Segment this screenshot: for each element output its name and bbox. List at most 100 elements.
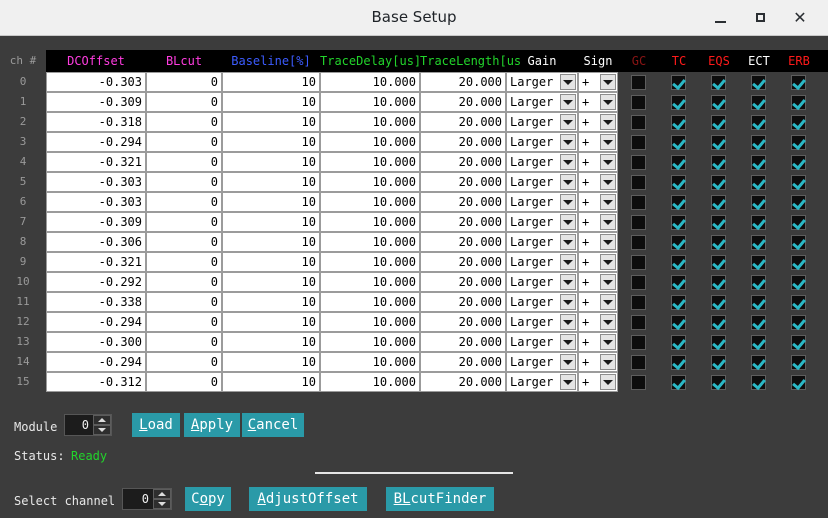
cell-baseline[interactable]: 10 <box>222 292 320 312</box>
checkbox-eqs[interactable] <box>711 135 726 150</box>
chevron-down-icon[interactable] <box>560 214 576 230</box>
cell-blcut[interactable]: 0 <box>146 212 222 232</box>
cell-blcut[interactable]: 0 <box>146 112 222 132</box>
checkbox-tc[interactable] <box>671 195 686 210</box>
minimize-button[interactable] <box>700 0 740 35</box>
dropdown-sign[interactable]: + <box>578 332 618 352</box>
checkbox-tc[interactable] <box>671 295 686 310</box>
cell-blcut[interactable]: 0 <box>146 232 222 252</box>
cell-dcoffset[interactable]: -0.303 <box>46 72 146 92</box>
dropdown-gain[interactable]: Larger <box>506 112 578 132</box>
checkbox-tc[interactable] <box>671 215 686 230</box>
checkbox-tc[interactable] <box>671 275 686 290</box>
cell-dcoffset[interactable]: -0.309 <box>46 212 146 232</box>
chevron-down-icon[interactable] <box>600 174 616 190</box>
cell-tracelength[interactable]: 20.000 <box>420 272 506 292</box>
cell-tracedelay[interactable]: 10.000 <box>320 332 420 352</box>
maximize-button[interactable] <box>740 0 780 35</box>
checkbox-gc[interactable] <box>631 215 646 230</box>
cell-tracedelay[interactable]: 10.000 <box>320 132 420 152</box>
dropdown-gain[interactable]: Larger <box>506 272 578 292</box>
dropdown-sign[interactable]: + <box>578 192 618 212</box>
cell-blcut[interactable]: 0 <box>146 152 222 172</box>
checkbox-gc[interactable] <box>631 175 646 190</box>
cell-tracelength[interactable]: 20.000 <box>420 92 506 112</box>
checkbox-eqs[interactable] <box>711 375 726 390</box>
cell-blcut[interactable]: 0 <box>146 332 222 352</box>
checkbox-ect[interactable] <box>751 315 766 330</box>
checkbox-ect[interactable] <box>751 215 766 230</box>
cell-baseline[interactable]: 10 <box>222 332 320 352</box>
chevron-down-icon[interactable] <box>560 154 576 170</box>
cell-tracedelay[interactable]: 10.000 <box>320 172 420 192</box>
checkbox-eqs[interactable] <box>711 95 726 110</box>
checkbox-eqs[interactable] <box>711 355 726 370</box>
cell-tracedelay[interactable]: 10.000 <box>320 292 420 312</box>
cell-blcut[interactable]: 0 <box>146 292 222 312</box>
cell-tracedelay[interactable]: 10.000 <box>320 252 420 272</box>
chevron-down-icon[interactable] <box>600 114 616 130</box>
cell-tracedelay[interactable]: 10.000 <box>320 312 420 332</box>
checkbox-eqs[interactable] <box>711 295 726 310</box>
checkbox-tc[interactable] <box>671 155 686 170</box>
checkbox-gc[interactable] <box>631 235 646 250</box>
checkbox-eqs[interactable] <box>711 75 726 90</box>
cell-dcoffset[interactable]: -0.318 <box>46 112 146 132</box>
cell-blcut[interactable]: 0 <box>146 132 222 152</box>
chevron-down-icon[interactable] <box>560 234 576 250</box>
checkbox-gc[interactable] <box>631 355 646 370</box>
cell-baseline[interactable]: 10 <box>222 272 320 292</box>
checkbox-gc[interactable] <box>631 95 646 110</box>
cell-tracedelay[interactable]: 10.000 <box>320 232 420 252</box>
checkbox-ect[interactable] <box>751 235 766 250</box>
dropdown-sign[interactable]: + <box>578 112 618 132</box>
checkbox-erb[interactable] <box>791 275 806 290</box>
module-stepper-down-button[interactable] <box>93 425 111 435</box>
dropdown-gain[interactable]: Larger <box>506 92 578 112</box>
cell-tracelength[interactable]: 20.000 <box>420 192 506 212</box>
cell-tracelength[interactable]: 20.000 <box>420 112 506 132</box>
cell-baseline[interactable]: 10 <box>222 212 320 232</box>
cell-dcoffset[interactable]: -0.303 <box>46 172 146 192</box>
chevron-down-icon[interactable] <box>560 294 576 310</box>
close-button[interactable]: ✕ <box>780 0 820 35</box>
cell-dcoffset[interactable]: -0.312 <box>46 372 146 392</box>
cell-dcoffset[interactable]: -0.303 <box>46 192 146 212</box>
chevron-down-icon[interactable] <box>600 354 616 370</box>
chevron-down-icon[interactable] <box>600 194 616 210</box>
cell-tracedelay[interactable]: 10.000 <box>320 352 420 372</box>
cell-baseline[interactable]: 10 <box>222 92 320 112</box>
chevron-down-icon[interactable] <box>600 294 616 310</box>
cell-blcut[interactable]: 0 <box>146 252 222 272</box>
checkbox-erb[interactable] <box>791 215 806 230</box>
cell-tracelength[interactable]: 20.000 <box>420 252 506 272</box>
dropdown-sign[interactable]: + <box>578 132 618 152</box>
dropdown-gain[interactable]: Larger <box>506 332 578 352</box>
checkbox-tc[interactable] <box>671 135 686 150</box>
dropdown-gain[interactable]: Larger <box>506 312 578 332</box>
checkbox-ect[interactable] <box>751 135 766 150</box>
cell-baseline[interactable]: 10 <box>222 352 320 372</box>
adjust-offset-button[interactable]: AdjustOffset <box>249 487 367 511</box>
cell-blcut[interactable]: 0 <box>146 352 222 372</box>
checkbox-erb[interactable] <box>791 355 806 370</box>
module-number-stepper[interactable]: 0 <box>64 414 112 436</box>
chevron-down-icon[interactable] <box>560 354 576 370</box>
cell-tracelength[interactable]: 20.000 <box>420 72 506 92</box>
checkbox-gc[interactable] <box>631 75 646 90</box>
chevron-down-icon[interactable] <box>600 334 616 350</box>
chevron-down-icon[interactable] <box>560 74 576 90</box>
dropdown-gain[interactable]: Larger <box>506 172 578 192</box>
chevron-down-icon[interactable] <box>600 134 616 150</box>
cell-dcoffset[interactable]: -0.294 <box>46 352 146 372</box>
checkbox-eqs[interactable] <box>711 215 726 230</box>
checkbox-eqs[interactable] <box>711 335 726 350</box>
checkbox-tc[interactable] <box>671 255 686 270</box>
checkbox-tc[interactable] <box>671 315 686 330</box>
chevron-down-icon[interactable] <box>600 214 616 230</box>
cell-baseline[interactable]: 10 <box>222 192 320 212</box>
checkbox-erb[interactable] <box>791 235 806 250</box>
dropdown-sign[interactable]: + <box>578 252 618 272</box>
checkbox-eqs[interactable] <box>711 115 726 130</box>
dropdown-gain[interactable]: Larger <box>506 292 578 312</box>
